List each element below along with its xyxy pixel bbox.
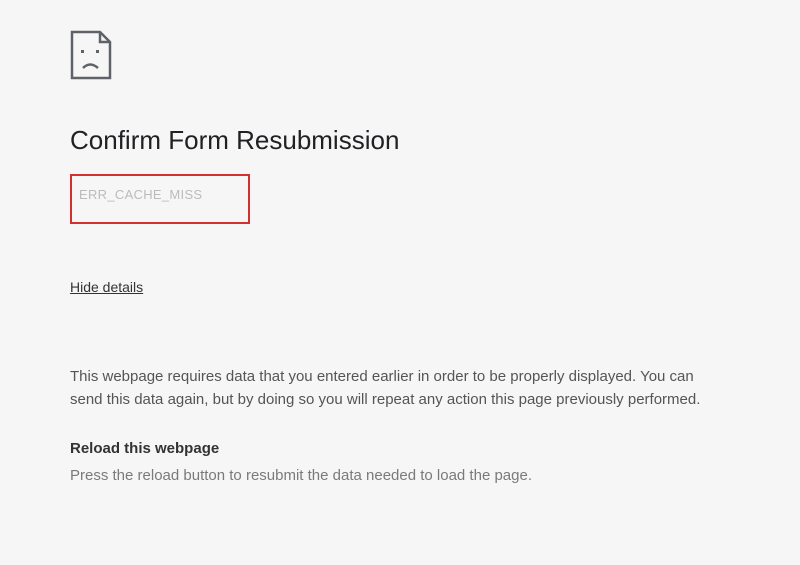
- sad-page-icon: [70, 30, 730, 85]
- reload-subheading: Reload this webpage: [70, 440, 730, 457]
- error-code-highlight-box: ERR_CACHE_MISS: [70, 174, 250, 224]
- error-description: This webpage requires data that you ente…: [70, 365, 730, 412]
- page-title: Confirm Form Resubmission: [70, 125, 730, 156]
- error-code: ERR_CACHE_MISS: [79, 187, 202, 202]
- hide-details-link[interactable]: Hide details: [70, 279, 143, 295]
- reload-subdescription: Press the reload button to resubmit the …: [70, 465, 730, 488]
